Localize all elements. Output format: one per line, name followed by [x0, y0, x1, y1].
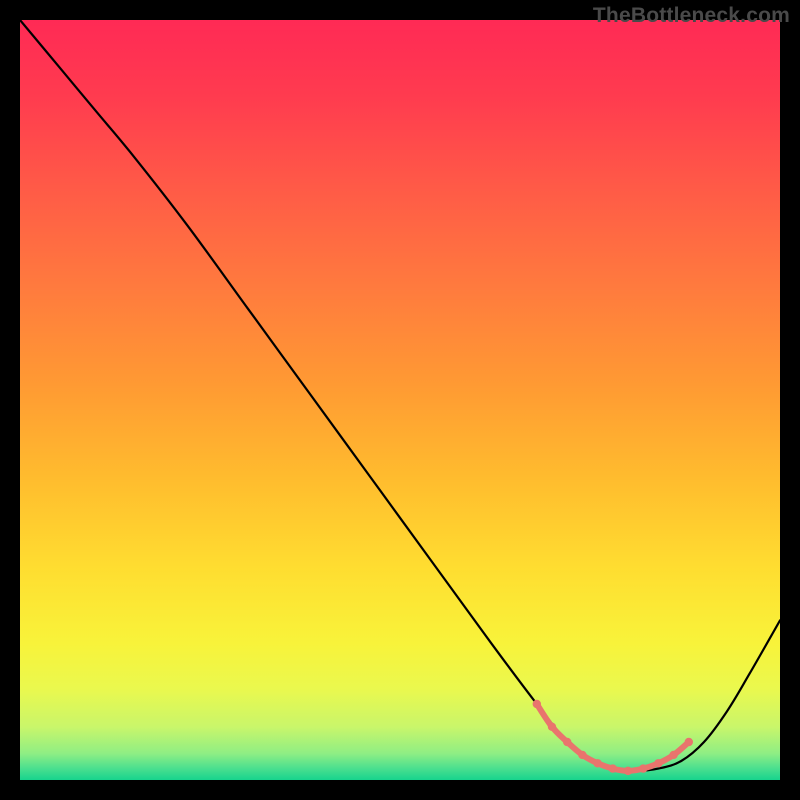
watermark-text: TheBottleneck.com: [593, 4, 790, 28]
optimal-range-point: [624, 767, 632, 775]
chart-frame: TheBottleneck.com: [0, 0, 800, 800]
optimal-range-point: [685, 738, 693, 746]
optimal-range-point: [639, 764, 647, 772]
gradient-background: [20, 20, 780, 780]
optimal-range-point: [609, 764, 617, 772]
optimal-range-point: [533, 700, 541, 708]
optimal-range-point: [548, 723, 556, 731]
optimal-range-point: [669, 751, 677, 759]
chart-svg: [20, 20, 780, 780]
optimal-range-point: [578, 751, 586, 759]
optimal-range-point: [593, 759, 601, 767]
optimal-range-point: [654, 759, 662, 767]
optimal-range-point: [563, 738, 571, 746]
plot-area: [20, 20, 780, 780]
